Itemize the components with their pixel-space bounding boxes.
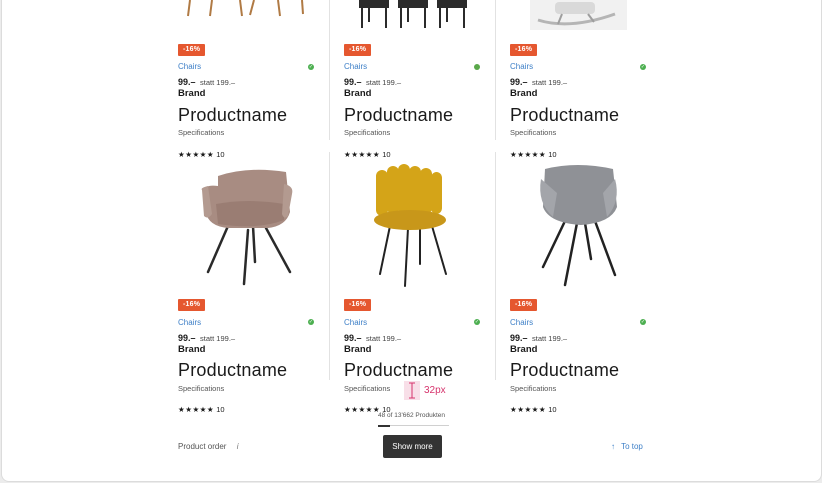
arrow-up-icon: ↑ bbox=[611, 442, 615, 451]
star-rating-icon: ★★★★★ bbox=[344, 405, 381, 414]
brand: Brand bbox=[510, 344, 538, 355]
column-divider bbox=[329, 0, 330, 140]
product-name[interactable]: Productname bbox=[510, 105, 619, 126]
brand: Brand bbox=[178, 344, 206, 355]
price-row: 99.– statt 199.– bbox=[178, 333, 235, 343]
star-rating-icon: ★★★★★ bbox=[178, 150, 215, 159]
to-top-link[interactable]: ↑ To top bbox=[611, 442, 643, 451]
brand: Brand bbox=[344, 344, 372, 355]
old-price: statt 199.– bbox=[366, 78, 402, 87]
category-link[interactable]: Chairs bbox=[344, 62, 367, 71]
price-row: 99.– statt 199.– bbox=[178, 77, 235, 87]
to-top-label: To top bbox=[621, 442, 643, 451]
price: 99.– bbox=[178, 77, 196, 87]
product-image[interactable] bbox=[537, 163, 622, 287]
product-name[interactable]: Productname bbox=[178, 360, 287, 381]
category-link[interactable]: Chairs bbox=[510, 62, 533, 71]
rating: ★★★★★ 10 bbox=[344, 150, 391, 159]
availability-check-icon: ✓ bbox=[640, 319, 646, 325]
product-order-label[interactable]: Product order i bbox=[178, 442, 238, 451]
rating-count: 10 bbox=[216, 150, 225, 159]
product-image[interactable] bbox=[357, 0, 472, 30]
product-image[interactable] bbox=[530, 0, 627, 30]
availability-check-icon: ✓ bbox=[308, 319, 314, 325]
rating: ★★★★★ 10 bbox=[178, 405, 225, 414]
old-price: statt 199.– bbox=[366, 334, 402, 343]
spacing-annotation-box bbox=[404, 381, 420, 400]
rating: ★★★★★ 10 bbox=[510, 150, 557, 159]
product-image[interactable] bbox=[198, 164, 298, 289]
product-image[interactable] bbox=[182, 0, 307, 18]
category-link[interactable]: Chairs bbox=[178, 318, 201, 327]
price: 99.– bbox=[510, 77, 528, 87]
product-count: 48 of 13'662 Produkten bbox=[378, 412, 446, 419]
product-name[interactable]: Productname bbox=[510, 360, 619, 381]
star-rating-icon: ★★★★★ bbox=[510, 150, 547, 159]
product-order-text: Product order bbox=[178, 442, 227, 451]
column-divider bbox=[495, 0, 496, 140]
specifications: Specifications bbox=[344, 384, 391, 393]
specifications: Specifications bbox=[344, 128, 391, 137]
info-icon[interactable]: i bbox=[237, 442, 239, 451]
rating: ★★★★★ 10 bbox=[178, 150, 225, 159]
price-row: 99.– statt 199.– bbox=[344, 333, 401, 343]
old-price: statt 199.– bbox=[200, 334, 236, 343]
specifications: Specifications bbox=[510, 128, 557, 137]
product-name[interactable]: Productname bbox=[344, 360, 453, 381]
discount-badge: -16% bbox=[510, 299, 538, 311]
rating: ★★★★★ 10 bbox=[510, 405, 557, 414]
star-rating-icon: ★★★★★ bbox=[344, 150, 381, 159]
pagination-progress bbox=[378, 424, 449, 427]
discount-badge: -16% bbox=[510, 44, 538, 56]
product-image[interactable] bbox=[370, 162, 455, 288]
product-name[interactable]: Productname bbox=[178, 105, 287, 126]
discount-badge: -16% bbox=[178, 44, 206, 56]
specifications: Specifications bbox=[178, 128, 225, 137]
rating-count: 10 bbox=[548, 150, 557, 159]
availability-check-icon: ✓ bbox=[474, 319, 480, 325]
product-grid-page: -16% Chairs ✓ 99.– statt 199.– Brand Pro… bbox=[1, 0, 822, 482]
old-price: statt 199.– bbox=[532, 78, 568, 87]
brand: Brand bbox=[178, 88, 206, 99]
price: 99.– bbox=[510, 333, 528, 343]
old-price: statt 199.– bbox=[200, 78, 236, 87]
brand: Brand bbox=[510, 88, 538, 99]
category-link[interactable]: Chairs bbox=[510, 318, 533, 327]
price-row: 99.– statt 199.– bbox=[344, 77, 401, 87]
column-divider bbox=[495, 152, 496, 380]
availability-check-icon: ✓ bbox=[308, 64, 314, 70]
old-price: statt 199.– bbox=[532, 334, 568, 343]
star-rating-icon: ★★★★★ bbox=[510, 405, 547, 414]
category-link[interactable]: Chairs bbox=[344, 318, 367, 327]
price: 99.– bbox=[344, 77, 362, 87]
star-rating-icon: ★★★★★ bbox=[178, 405, 215, 414]
discount-badge: -16% bbox=[344, 44, 372, 56]
category-link[interactable]: Chairs bbox=[178, 62, 201, 71]
show-more-button[interactable]: Show more bbox=[383, 435, 442, 458]
price: 99.– bbox=[344, 333, 362, 343]
column-divider bbox=[329, 152, 330, 380]
brand: Brand bbox=[344, 88, 372, 99]
availability-dot-icon bbox=[474, 64, 480, 70]
price: 99.– bbox=[178, 333, 196, 343]
rating-count: 10 bbox=[216, 405, 225, 414]
discount-badge: -16% bbox=[344, 299, 372, 311]
availability-check-icon: ✓ bbox=[640, 64, 646, 70]
price-row: 99.– statt 199.– bbox=[510, 333, 567, 343]
rating-count: 10 bbox=[382, 150, 391, 159]
price-row: 99.– statt 199.– bbox=[510, 77, 567, 87]
pagination-progress-fill bbox=[378, 424, 391, 427]
specifications: Specifications bbox=[510, 384, 557, 393]
specifications: Specifications bbox=[178, 384, 225, 393]
rating-count: 10 bbox=[548, 405, 557, 414]
spacing-annotation-label: 32px bbox=[424, 385, 446, 396]
product-name[interactable]: Productname bbox=[344, 105, 453, 126]
discount-badge: -16% bbox=[178, 299, 206, 311]
